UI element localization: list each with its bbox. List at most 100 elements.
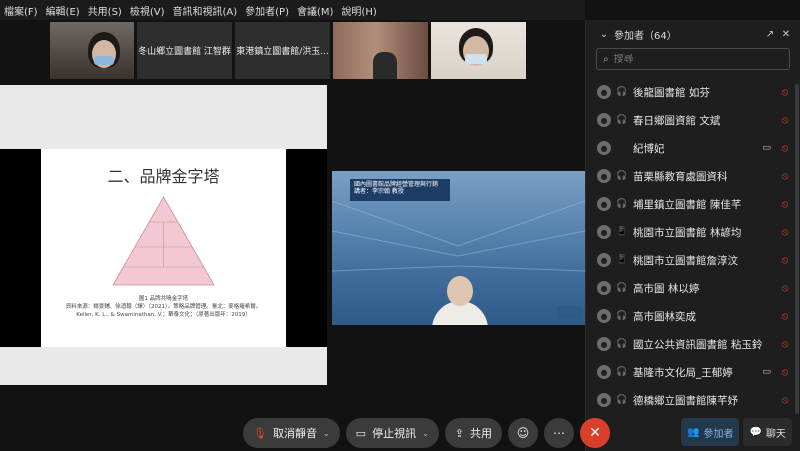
- participant-name: 紀博妃: [633, 142, 665, 155]
- participants-tab[interactable]: 👥 參加者: [681, 418, 740, 446]
- avatar-icon: ●: [597, 337, 611, 351]
- participant-list: ● 🎧 後龍圖書館 如芬 ⦸ ● 🎧 春日鄉圖資館 文斌 ⦸ ● 紀博妃 ▭ ⦸ ● 🎧 苗栗縣教育處圖資科…: [586, 78, 799, 433]
- share-button[interactable]: ⇪ 共用: [444, 418, 502, 448]
- chevron-down-icon[interactable]: ⌄: [598, 29, 610, 40]
- avatar-icon: ●: [597, 113, 611, 127]
- participant-row[interactable]: ● 🎧 埔里鎮立圖書館 陳佳芊 ⦸: [586, 190, 799, 218]
- slide-title: 二、品牌金字塔: [107, 167, 220, 186]
- participant-name: 高市圖 林以婷: [633, 282, 700, 295]
- video-thumbnail[interactable]: 冬山鄉立圖書館 江智群: [137, 22, 232, 79]
- video-thumbnail-strip: 冬山鄉立圖書館 江智群 東港鎮立圖書館/洪玉...: [50, 22, 526, 79]
- participant-name: 國立公共資訊圖書館 粘玉鈴: [633, 338, 763, 351]
- participant-row[interactable]: ● 🎧 苗栗縣教育處圖資科 ⦸: [586, 162, 799, 190]
- participant-row[interactable]: ● 🎧 高市圖 林以婷 ⦸: [586, 274, 799, 302]
- participant-list-scrollbar[interactable]: [795, 84, 799, 414]
- mic-muted-icon[interactable]: ⦸: [779, 367, 791, 378]
- headset-icon: 🎧: [616, 199, 628, 209]
- participant-row[interactable]: ● 🎧 基隆市文化局_王郁婷 ▭ ⦸: [586, 358, 799, 386]
- participant-name: 高市圖林奕成: [633, 310, 696, 323]
- participants-panel-title: 參加者（64）: [614, 30, 677, 42]
- menu-edit[interactable]: 編輯(E): [46, 3, 80, 18]
- search-icon: ⌕: [603, 53, 609, 65]
- mic-muted-icon[interactable]: ⦸: [779, 283, 791, 294]
- mic-muted-icon[interactable]: ⦸: [779, 115, 791, 126]
- mic-muted-icon[interactable]: ⦸: [779, 339, 791, 350]
- participant-row[interactable]: ● 紀博妃 ▭ ⦸: [586, 134, 799, 162]
- mic-muted-icon[interactable]: ⦸: [779, 143, 791, 154]
- mic-muted-icon[interactable]: ⦸: [779, 227, 791, 238]
- search-input[interactable]: [613, 53, 774, 65]
- menu-bar: 檔案(F) 編輯(E) 共用(S) 檢視(V) 音訊和視訊(A) 參加者(P) …: [0, 0, 585, 20]
- menu-share[interactable]: 共用(S): [88, 3, 122, 18]
- headset-icon: 🎧: [616, 339, 628, 349]
- unmute-label: 取消靜音: [272, 427, 317, 440]
- participant-row[interactable]: ● 📱 桃園市立圖書館詹淳汶 ⦸: [586, 246, 799, 274]
- menu-view[interactable]: 檢視(V): [130, 3, 165, 18]
- panel-tabs: 👥 參加者 💬 聊天: [681, 418, 792, 446]
- video-thumbnail[interactable]: 東港鎮立圖書館/洪玉...: [235, 22, 330, 79]
- menu-meeting[interactable]: 會議(M): [297, 3, 333, 18]
- stop-video-label: 停止視訊: [372, 427, 417, 440]
- avatar-icon: ●: [597, 141, 611, 155]
- reactions-button[interactable]: ☺: [508, 418, 538, 448]
- participant-row[interactable]: ● 🎧 德橋鄉立圖書館陳芊妤 ⦸: [586, 386, 799, 414]
- participant-name: 後龍圖書館 如芬: [633, 86, 710, 99]
- menu-audio-video[interactable]: 音訊和視訊(A): [173, 3, 238, 18]
- mic-muted-icon[interactable]: ⦸: [779, 87, 791, 98]
- menu-file[interactable]: 檔案(F): [4, 3, 38, 18]
- headset-icon: 🎧: [616, 311, 628, 321]
- smiley-icon: ☺: [516, 426, 530, 440]
- phone-icon: 📱: [616, 255, 628, 265]
- leave-meeting-button[interactable]: ✕: [580, 418, 610, 448]
- mic-muted-icon[interactable]: ⦸: [779, 311, 791, 322]
- face-mask: [94, 56, 114, 65]
- caption-line: 圖1 品牌共鳴金字塔: [138, 296, 189, 302]
- participant-name: 春日鄉圖資館 文斌: [633, 114, 721, 127]
- more-options-button[interactable]: ⋯: [544, 418, 574, 448]
- participant-row[interactable]: ● 📱 桃園市立圖書館 林諺均 ⦸: [586, 218, 799, 246]
- menu-participants[interactable]: 參加者(P): [245, 3, 289, 18]
- caption-line: 資料來源：楊景輔、徐迺聰（譯）（2021）。策略品牌管理。臺北：麥格羅希爾。: [65, 304, 262, 310]
- video-thumbnail[interactable]: [333, 22, 428, 79]
- participant-row[interactable]: ● 🎧 後龍圖書館 如芬 ⦸: [586, 78, 799, 106]
- chevron-down-icon[interactable]: ⌄: [323, 429, 330, 438]
- chat-tab[interactable]: 💬 聊天: [743, 418, 792, 446]
- participant-name: 基隆市文化局_王郁婷: [633, 366, 733, 379]
- mic-off-icon: 🎙: [253, 426, 267, 440]
- participant-row[interactable]: ● 🎧 高市圖林奕成 ⦸: [586, 302, 799, 330]
- participants-tab-label: 參加者: [703, 428, 734, 440]
- mic-muted-icon[interactable]: ⦸: [779, 395, 791, 406]
- participant-name: 埔里鎮立圖書館 陳佳芊: [633, 198, 742, 211]
- unmute-button[interactable]: 🎙 取消靜音 ⌄: [243, 418, 340, 448]
- headset-icon: 🎧: [616, 367, 628, 377]
- speaker-head: [447, 276, 473, 306]
- chevron-down-icon[interactable]: ⌄: [422, 429, 429, 438]
- participants-panel-header: ⌄ 參加者（64） ↗ ✕: [586, 20, 800, 48]
- headset-icon: 🎧: [616, 171, 628, 181]
- camera-on-icon: ▭: [762, 367, 771, 377]
- thumbnail-name: 東港鎮立圖書館/洪玉...: [236, 47, 329, 57]
- chat-bubble-icon: 💬: [749, 426, 762, 438]
- phone-icon: 📱: [616, 227, 628, 237]
- avatar-icon: ●: [597, 393, 611, 407]
- participant-silhouette: [373, 52, 397, 79]
- stop-video-button[interactable]: ▭ 停止視訊 ⌄: [345, 418, 439, 448]
- shared-screen: 二、品牌金字塔 圖1 品牌共鳴金字塔 資料來源：楊景輔、徐迺聰（譯）（2021）…: [0, 85, 327, 385]
- close-icon[interactable]: ✕: [780, 29, 792, 40]
- video-thumbnail[interactable]: [50, 22, 134, 79]
- slide-caption: 圖1 品牌共鳴金字塔 資料來源：楊景輔、徐迺聰（譯）（2021）。策略品牌管理。…: [49, 295, 278, 319]
- speaker-video[interactable]: 國內圖書館品牌經營管理與行銷 講者：李宗翰 教授: [332, 171, 585, 325]
- menu-help[interactable]: 說明(H): [341, 3, 376, 18]
- mic-muted-icon[interactable]: ⦸: [779, 199, 791, 210]
- lecture-banner: 國內圖書館品牌經營管理與行銷 講者：李宗翰 教授: [350, 179, 450, 201]
- banner-speaker: 講者：李宗翰 教授: [354, 188, 404, 195]
- participant-row[interactable]: ● 🎧 國立公共資訊圖書館 粘玉鈴 ⦸: [586, 330, 799, 358]
- mic-muted-icon[interactable]: ⦸: [779, 171, 791, 182]
- participant-row[interactable]: ● 🎧 春日鄉圖資館 文斌 ⦸: [586, 106, 799, 134]
- presentation-slide: 二、品牌金字塔 圖1 品牌共鳴金字塔 資料來源：楊景輔、徐迺聰（譯）（2021）…: [41, 149, 286, 347]
- mic-muted-icon[interactable]: ⦸: [779, 255, 791, 266]
- banner-title: 國內圖書館品牌經營管理與行銷: [354, 181, 439, 188]
- headset-icon: 🎧: [616, 395, 628, 405]
- popout-icon[interactable]: ↗: [764, 29, 776, 40]
- video-thumbnail[interactable]: [431, 22, 526, 79]
